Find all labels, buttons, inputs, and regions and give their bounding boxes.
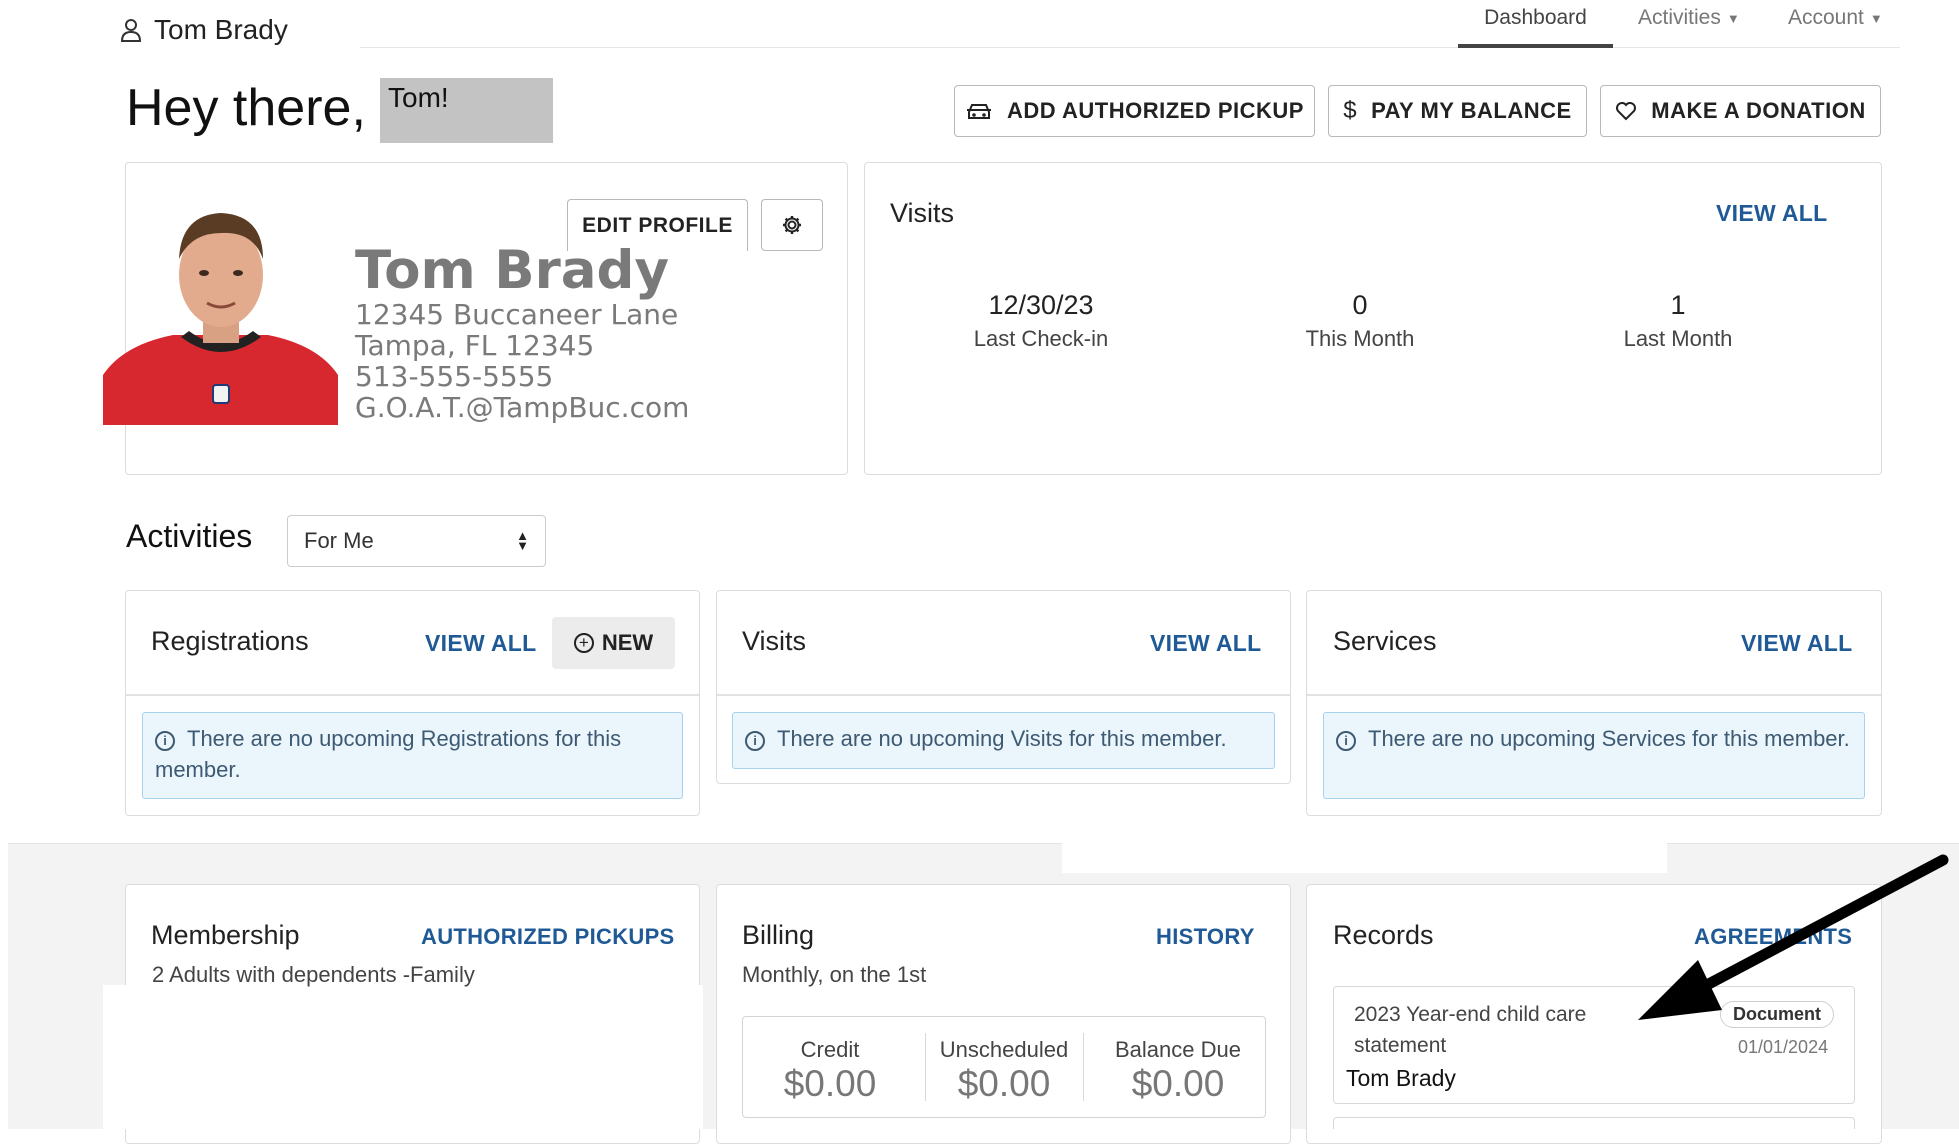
profile-address-line1: 12345 Buccaneer Lane [355, 298, 679, 331]
button-label: NEW [601, 630, 654, 655]
blank-strip [1062, 843, 1667, 873]
profile-address-line2: Tampa, FL 12345 [355, 329, 595, 362]
info-icon: i [1336, 731, 1356, 751]
billing-item-value: $0.00 [957, 1063, 1051, 1104]
nav-tab-dashboard[interactable]: Dashboard [1458, 0, 1613, 48]
card-divider [717, 694, 1290, 696]
services-view-all-link[interactable]: VIEW ALL [1741, 630, 1852, 657]
car-icon [967, 104, 992, 119]
profile-email: G.O.A.T.@TampBuc.com [355, 391, 690, 424]
card-divider [1307, 694, 1881, 696]
registrations-title: Registrations [151, 626, 309, 656]
membership-title: Membership [151, 920, 300, 950]
billing-item-value: $0.00 [1131, 1063, 1225, 1104]
header-user-name: Tom Brady [154, 14, 288, 45]
billing-divider [1083, 1033, 1084, 1101]
profile-photo [103, 195, 338, 425]
dollar-icon: $ [1343, 97, 1358, 124]
profile-phone: 513-555-5555 [355, 360, 554, 393]
profile-name: Tom Brady [355, 240, 669, 301]
button-label: ADD AUTHORIZED PICKUP [1007, 98, 1304, 123]
visits-activity-title: Visits [742, 626, 807, 656]
membership-redaction [103, 985, 703, 1129]
registrations-view-all-link[interactable]: VIEW ALL [425, 630, 536, 657]
authorized-pickups-link[interactable]: AUTHORIZED PICKUPS [421, 924, 675, 950]
add-authorized-pickup-button[interactable]: ADD AUTHORIZED PICKUP [954, 85, 1315, 137]
visits-summary-title: Visits [890, 198, 955, 228]
billing-item-label: Balance Due [1115, 1037, 1241, 1062]
billing-item-credit: Credit $0.00 [743, 1017, 917, 1117]
billing-item-value: $0.00 [783, 1063, 877, 1104]
filter-selected-value: For Me [304, 528, 374, 553]
gear-icon [783, 216, 801, 234]
activities-heading: Activities [126, 518, 253, 554]
profile-settings-button[interactable] [761, 199, 823, 251]
billing-summary-box: Credit $0.00 Unscheduled $0.00 Balance D… [742, 1016, 1266, 1118]
nav-tab-label: Account [1788, 6, 1864, 29]
greeting-name: Tom! [388, 82, 449, 113]
billing-schedule: Monthly, on the 1st [742, 962, 927, 987]
nav-tab-account[interactable]: Account ▼ [1788, 6, 1883, 30]
visits-view-all-link[interactable]: VIEW ALL [1716, 200, 1827, 227]
message-text: There are no upcoming Services for this … [1368, 726, 1850, 751]
message-text: There are no upcoming Registrations for … [155, 726, 622, 782]
billing-item-label: Unscheduled [939, 1037, 1069, 1062]
billing-title: Billing [742, 920, 815, 950]
stat-last-month-value: 1 [1670, 290, 1686, 320]
heart-icon [1616, 102, 1637, 121]
greeting-heading: Hey there, [126, 78, 366, 138]
nav-tab-label: Dashboard [1484, 6, 1587, 29]
services-empty-message: i There are no upcoming Services for this… [1323, 712, 1865, 799]
services-title: Services [1333, 626, 1437, 656]
stat-last-checkin-value: 12/30/23 [988, 290, 1094, 320]
avatar [103, 213, 338, 425]
record-date: 01/01/2024 [1738, 1037, 1829, 1057]
plus-circle-icon: + [573, 633, 594, 653]
button-label: PAY MY BALANCE [1371, 98, 1572, 123]
activities-filter-select[interactable]: For Me ▲ ▼ [287, 515, 546, 567]
membership-plan: 2 Adults with dependents -Family [152, 962, 475, 987]
billing-item-label: Credit [800, 1037, 860, 1062]
message-text: There are no upcoming Visits for this me… [777, 726, 1227, 751]
stat-this-month-label: This Month [1305, 326, 1415, 351]
visits-activity-view-all-link[interactable]: VIEW ALL [1150, 630, 1261, 657]
record-item-next[interactable] [1333, 1117, 1855, 1129]
new-registration-button[interactable]: + NEW [552, 617, 675, 669]
info-icon: i [745, 731, 765, 751]
caret-down-icon: ▼ [1726, 10, 1740, 26]
nav-tab-activities[interactable]: Activities ▼ [1638, 6, 1740, 30]
header-divider [360, 47, 1900, 48]
card-divider [126, 694, 699, 696]
visits-empty-message: i There are no upcoming Visits for this m… [732, 712, 1275, 769]
billing-item-balance-due: Balance Due $0.00 [1091, 1017, 1265, 1117]
stat-this-month-value: 0 [1352, 290, 1368, 320]
user-icon [120, 19, 142, 42]
record-title: 2023 Year-end child care statement [1354, 1003, 1587, 1057]
select-arrows-icon: ▲ ▼ [516, 528, 529, 553]
button-label: MAKE A DONATION [1651, 98, 1866, 123]
greeting-name-highlight: Tom! [380, 78, 553, 143]
billing-item-unscheduled: Unscheduled $0.00 [917, 1017, 1091, 1117]
records-title: Records [1333, 920, 1434, 950]
info-icon: i [155, 731, 175, 751]
button-label: EDIT PROFILE [582, 213, 733, 237]
pay-my-balance-button[interactable]: $ PAY MY BALANCE [1328, 85, 1587, 137]
registrations-empty-message: i There are no upcoming Registrations for… [142, 712, 683, 799]
greeting-prefix: Hey there, [126, 79, 366, 137]
make-donation-button[interactable]: MAKE A DONATION [1600, 85, 1881, 137]
record-owner: Tom Brady [1346, 1065, 1456, 1091]
stat-last-checkin-label: Last Check-in [973, 326, 1109, 351]
annotation-arrow-icon [1638, 854, 1949, 1020]
user-header: Tom Brady [120, 14, 288, 46]
stat-last-month-label: Last Month [1623, 326, 1733, 351]
billing-history-link[interactable]: HISTORY [1156, 924, 1255, 950]
caret-down-icon: ▼ [1869, 10, 1883, 26]
nav-tab-label: Activities [1638, 6, 1721, 29]
